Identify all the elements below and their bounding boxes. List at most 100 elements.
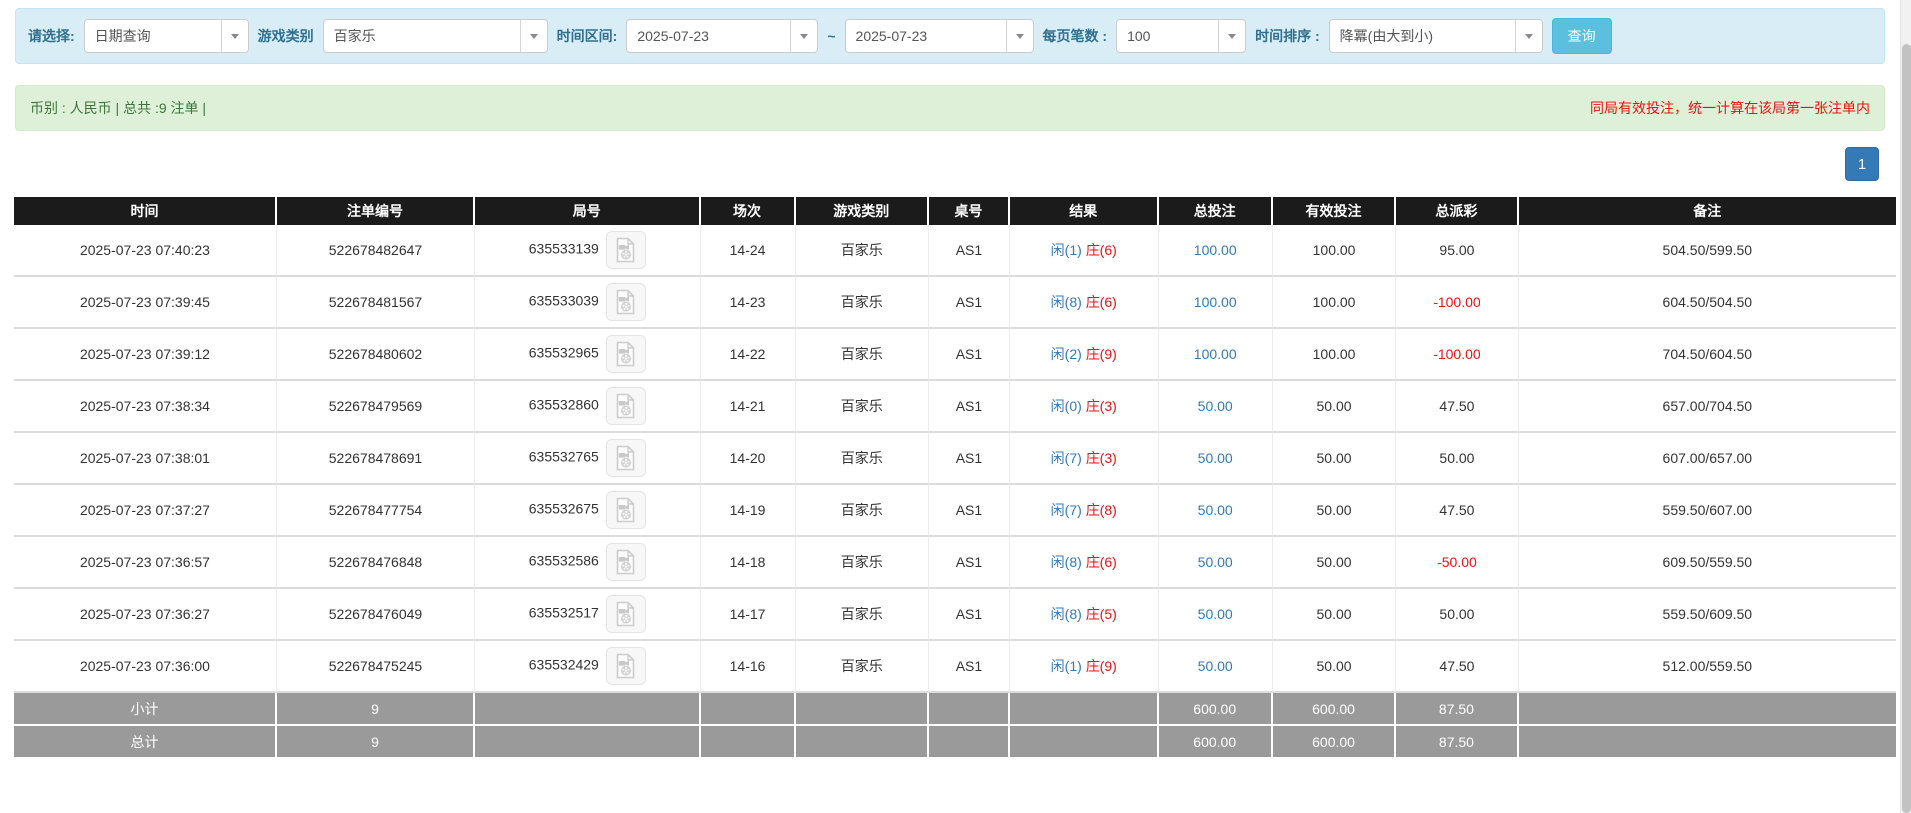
payout-cell: -100.00	[1396, 277, 1519, 329]
game-type-cell: 百家乐	[795, 589, 929, 641]
game-type-cell: 百家乐	[795, 537, 929, 589]
valid-bet-cell: 100.00	[1272, 225, 1397, 277]
table-row: 2025-07-23 07:39:45 522678481567 635533039…	[14, 277, 1896, 329]
round-cell: 635532586	[475, 537, 701, 589]
total-bet-link[interactable]: 50.00	[1198, 502, 1233, 518]
video-replay-button[interactable]	[605, 439, 646, 477]
player-result: 闲(0)	[1050, 398, 1082, 414]
subtotal-row-cell-1: 9	[276, 693, 476, 726]
video-replay-button[interactable]	[605, 543, 646, 581]
video-replay-button[interactable]	[605, 387, 646, 425]
table-body: 2025-07-23 07:40:23 522678482647 635533139…	[14, 225, 1896, 693]
table-number-cell: AS1	[928, 641, 1010, 693]
total-bet-cell: 50.00	[1158, 537, 1273, 589]
session-cell: 14-21	[700, 381, 796, 433]
time-cell: 2025-07-23 07:36:00	[14, 641, 277, 693]
game-type-select[interactable]: 百家乐	[322, 19, 548, 53]
subtotal-row: 小计 9 600.00 600.00 87.50	[14, 693, 1896, 726]
valid-bet-cell: 50.00	[1272, 641, 1397, 693]
total-bet-link[interactable]: 100.00	[1194, 346, 1237, 362]
video-record-icon	[617, 445, 635, 471]
total-bet-link[interactable]: 50.00	[1198, 606, 1233, 622]
table-header: 时间 注单编号 局号 场次 游戏类别 桌号 结果 总投注 有效投注 总派彩 备注	[14, 197, 1896, 225]
result-cell: 闲(1) 庄(6)	[1009, 225, 1159, 277]
total-row-cell-5	[928, 726, 1010, 759]
video-replay-button[interactable]	[605, 647, 646, 685]
table-row: 2025-07-23 07:38:01 522678478691 635532765…	[14, 433, 1896, 485]
result-cell: 闲(8) 庄(5)	[1009, 589, 1159, 641]
date-from-select[interactable]: 2025-07-23	[626, 19, 819, 53]
round-cell: 635533039	[475, 277, 701, 329]
session-cell: 14-22	[700, 329, 796, 381]
page-1-button[interactable]: 1	[1845, 147, 1879, 181]
total-bet-cell: 50.00	[1158, 381, 1273, 433]
total-bet-link[interactable]: 50.00	[1198, 450, 1233, 466]
round-cell: 635532517	[475, 589, 701, 641]
subtotal-row-cell-10	[1518, 693, 1896, 726]
payout-cell: -100.00	[1396, 329, 1519, 381]
table-number-cell: AS1	[928, 485, 1010, 537]
total-bet-link[interactable]: 50.00	[1198, 554, 1233, 570]
subtotal-row-cell-8: 600.00	[1272, 693, 1397, 726]
banker-result: 庄(6)	[1085, 242, 1117, 258]
subtotal-row-cell-5	[928, 693, 1010, 726]
video-replay-button[interactable]	[605, 491, 646, 529]
valid-bet-cell: 50.00	[1272, 589, 1397, 641]
video-record-icon	[617, 601, 635, 627]
total-bet-link[interactable]: 100.00	[1194, 294, 1237, 310]
table-footer: 小计 9 600.00 600.00 87.50 总计 9 600.00 600.00 87.50	[14, 693, 1896, 759]
vertical-scrollbar[interactable]	[1900, 0, 1911, 813]
column-header-3: 场次	[700, 197, 796, 225]
time-cell: 2025-07-23 07:38:34	[14, 381, 277, 433]
total-bet-link[interactable]: 100.00	[1194, 242, 1237, 258]
video-replay-button[interactable]	[605, 283, 646, 321]
video-replay-button[interactable]	[605, 231, 646, 269]
result-cell: 闲(2) 庄(9)	[1009, 329, 1159, 381]
table-number-cell: AS1	[928, 537, 1010, 589]
scrollbar-thumb[interactable]	[1902, 44, 1911, 813]
table-row: 2025-07-23 07:39:12 522678480602 635532965…	[14, 329, 1896, 381]
valid-bet-cell: 50.00	[1272, 381, 1397, 433]
total-bet-link[interactable]: 50.00	[1198, 398, 1233, 414]
query-type-value: 日期查询	[94, 28, 151, 44]
game-type-cell: 百家乐	[795, 641, 929, 693]
video-record-icon	[617, 237, 635, 263]
video-replay-button[interactable]	[605, 595, 646, 633]
total-row-cell-9: 87.50	[1396, 726, 1519, 759]
result-cell: 闲(8) 庄(6)	[1009, 277, 1159, 329]
search-button[interactable]: 查询	[1551, 18, 1612, 54]
round-cell: 635532860	[475, 381, 701, 433]
column-header-4: 游戏类别	[795, 197, 929, 225]
query-type-label: 请选择:	[28, 28, 75, 44]
total-bet-link[interactable]: 50.00	[1198, 658, 1233, 674]
video-replay-button[interactable]	[605, 335, 646, 373]
payout-cell: -50.00	[1396, 537, 1519, 589]
total-bet-cell: 50.00	[1158, 641, 1273, 693]
video-record-icon	[617, 497, 635, 523]
payout-cell: 95.00	[1396, 225, 1519, 277]
session-cell: 14-16	[700, 641, 796, 693]
player-result: 闲(8)	[1050, 606, 1082, 622]
time-sort-value: 降冪(由大到小)	[1339, 28, 1433, 44]
table-number-cell: AS1	[928, 277, 1010, 329]
time-cell: 2025-07-23 07:36:57	[14, 537, 277, 589]
video-record-icon	[617, 289, 635, 315]
game-type-cell: 百家乐	[795, 329, 929, 381]
total-row-cell-4	[795, 726, 929, 759]
page-size-select[interactable]: 100	[1116, 19, 1247, 53]
session-cell: 14-18	[700, 537, 796, 589]
total-row-cell-10	[1518, 726, 1896, 759]
player-result: 闲(7)	[1050, 502, 1082, 518]
payout-cell: 47.50	[1396, 381, 1519, 433]
time-cell: 2025-07-23 07:36:27	[14, 589, 277, 641]
table-number-cell: AS1	[928, 225, 1010, 277]
remark-cell: 504.50/599.50	[1518, 225, 1896, 277]
remark-cell: 512.00/559.50	[1518, 641, 1896, 693]
column-header-2: 局号	[475, 197, 701, 225]
date-to-select[interactable]: 2025-07-23	[844, 19, 1034, 53]
total-row-cell-0: 总计	[14, 726, 277, 759]
query-type-select[interactable]: 日期查询	[83, 19, 249, 53]
time-sort-select[interactable]: 降冪(由大到小)	[1328, 19, 1543, 53]
player-result: 闲(8)	[1050, 294, 1082, 310]
bet-records-table: 时间 注单编号 局号 场次 游戏类别 桌号 结果 总投注 有效投注 总派彩 备注 2025-07-2…	[14, 197, 1896, 759]
